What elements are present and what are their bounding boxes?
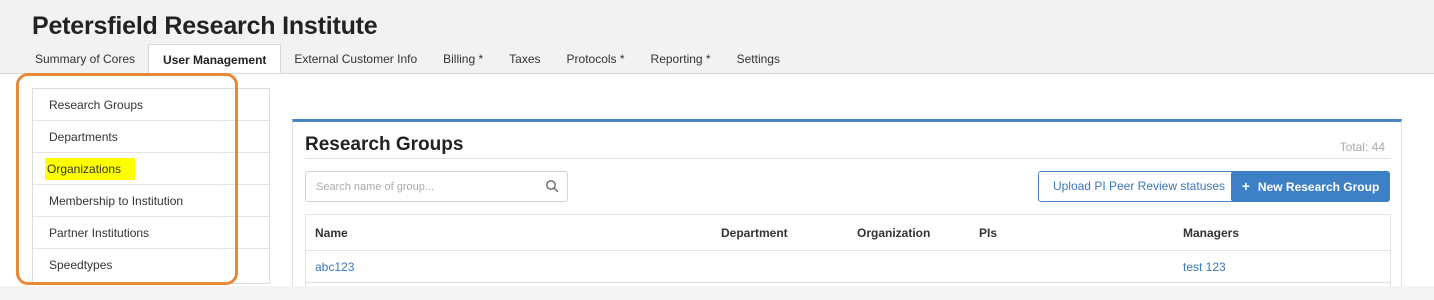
column-header-department[interactable]: Department <box>721 215 788 251</box>
sidebar-item-membership-to-institution[interactable]: Membership to Institution <box>33 185 269 217</box>
tab-protocols[interactable]: Protocols * <box>554 44 638 74</box>
sidebar-item-research-groups[interactable]: Research Groups <box>33 89 269 121</box>
divider <box>305 158 1391 159</box>
column-header-organization[interactable]: Organization <box>857 215 930 251</box>
search-input[interactable] <box>306 172 536 201</box>
sidebar-item-label: Membership to Institution <box>49 194 184 208</box>
research-groups-panel: Research Groups Total: 44 Upload PI Peer… <box>292 119 1402 300</box>
table-row: abc123 test 123 <box>306 251 1390 283</box>
group-name-link[interactable]: abc123 <box>315 251 354 283</box>
tab-taxes[interactable]: Taxes <box>496 44 553 74</box>
sidebar-item-organizations[interactable]: Organizations <box>33 153 269 185</box>
total-count: Total: 44 <box>1339 140 1385 154</box>
tab-settings[interactable]: Settings <box>724 44 793 74</box>
sidebar-item-departments[interactable]: Departments <box>33 121 269 153</box>
app-title: Petersfield Research Institute <box>32 12 378 40</box>
bottom-edge <box>0 286 1434 300</box>
search-icon[interactable] <box>545 179 559 193</box>
sidebar-item-speedtypes[interactable]: Speedtypes <box>33 249 269 281</box>
plus-icon: + <box>1241 178 1250 194</box>
sidebar-nav: Research Groups Departments Organization… <box>32 88 270 284</box>
sidebar-item-label: Research Groups <box>49 98 144 112</box>
panel-title: Research Groups <box>305 134 464 155</box>
sidebar-item-partner-institutions[interactable]: Partner Institutions <box>33 217 269 249</box>
table-header-row: Name Department Organization PIs Manager… <box>306 215 1390 251</box>
page-header: Petersfield Research Institute Summary o… <box>0 0 1434 74</box>
new-research-group-button[interactable]: + New Research Group <box>1231 171 1390 202</box>
tab-external-customer-info[interactable]: External Customer Info <box>281 44 430 74</box>
sidebar-item-label: Speedtypes <box>49 258 113 272</box>
tab-reporting[interactable]: Reporting * <box>638 44 724 74</box>
main-tabs: Summary of Cores User Management Externa… <box>22 44 793 74</box>
tab-user-management[interactable]: User Management <box>148 44 282 74</box>
sidebar-item-label: Partner Institutions <box>49 226 150 240</box>
search-box <box>305 171 568 202</box>
sidebar-item-label: Organizations <box>45 158 136 180</box>
tab-summary-of-cores[interactable]: Summary of Cores <box>22 44 148 74</box>
column-header-pis[interactable]: PIs <box>979 215 997 251</box>
upload-pi-peer-review-button[interactable]: Upload PI Peer Review statuses <box>1038 171 1240 202</box>
tab-billing[interactable]: Billing * <box>430 44 496 74</box>
column-header-name[interactable]: Name <box>315 215 348 251</box>
column-header-managers[interactable]: Managers <box>1183 215 1239 251</box>
sidebar-item-label: Departments <box>49 130 118 144</box>
manager-link[interactable]: test 123 <box>1183 251 1226 283</box>
new-research-group-label: New Research Group <box>1257 180 1380 194</box>
